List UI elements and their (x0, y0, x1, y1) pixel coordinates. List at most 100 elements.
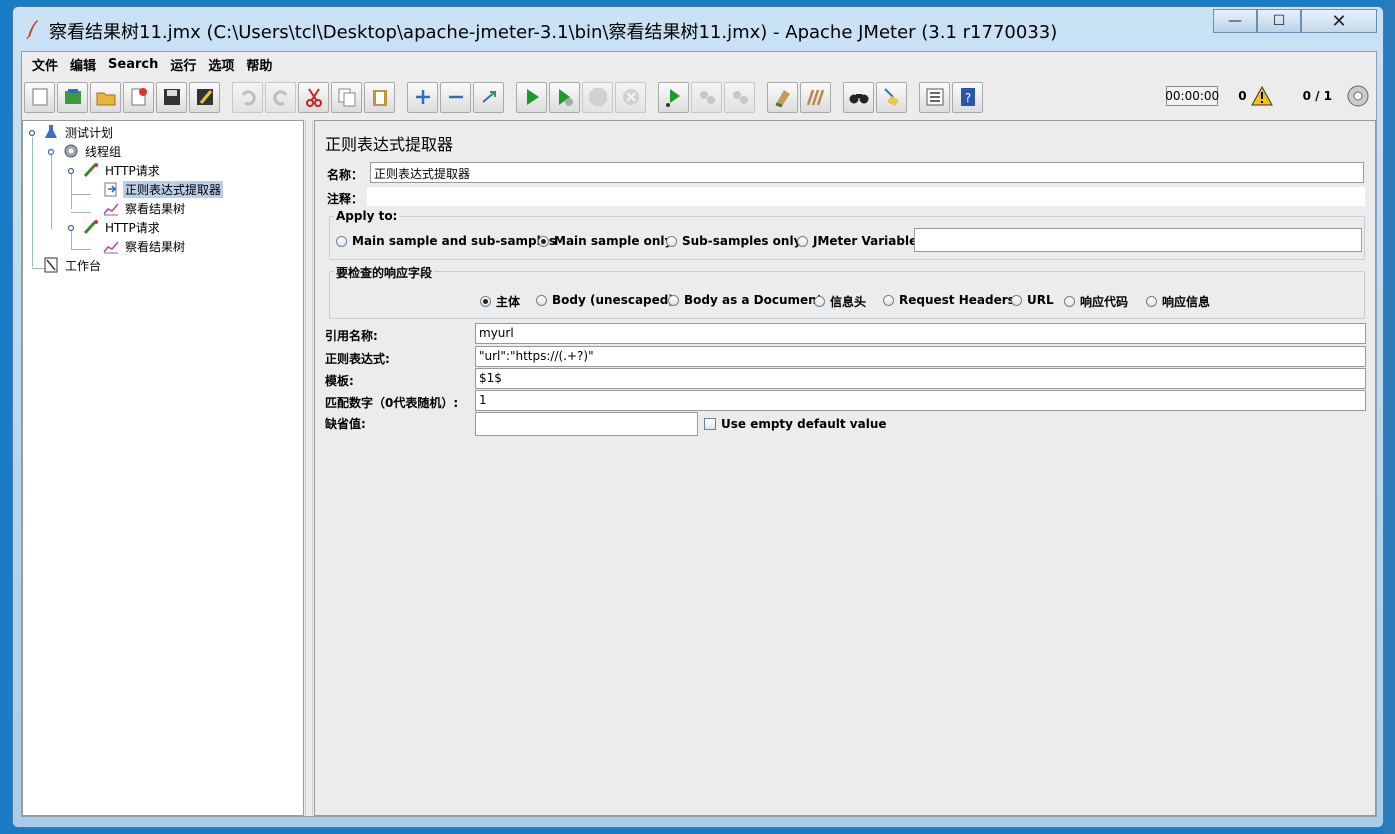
tree-node-http-request[interactable]: HTTP请求 (83, 161, 162, 179)
tree-node-regex-extractor[interactable]: 正则表达式提取器 (103, 180, 224, 198)
tree-node-label: 正则表达式提取器 (123, 180, 224, 198)
paste-button[interactable] (364, 81, 395, 113)
expand-handle-icon[interactable] (67, 167, 75, 175)
radio-dot (1011, 294, 1022, 306)
apply-jmeter-variable-radio[interactable]: JMeter Variable (797, 234, 917, 248)
save-icon (163, 89, 180, 105)
tree-node-http-request[interactable]: HTTP请求 (83, 218, 162, 236)
function-helper-button[interactable] (919, 81, 950, 113)
title-bar[interactable]: 察看结果树11.jmx (C:\Users\tcl\Desktop\apache… (13, 7, 1383, 51)
templates-button[interactable] (57, 81, 88, 113)
comment-field[interactable] (367, 187, 1365, 206)
remote-shutdown-button[interactable] (724, 81, 755, 113)
reset-search-button[interactable] (876, 81, 907, 113)
tree-node-results-tree[interactable]: 察看结果树 (103, 237, 187, 255)
field-request-headers-radio[interactable]: Request Headers (883, 293, 1015, 307)
tree-node-workbench[interactable]: 工作台 (43, 256, 103, 274)
open-button[interactable] (90, 81, 121, 113)
apply-to-title: Apply to: (334, 209, 400, 223)
name-field[interactable]: 正则表达式提取器 (370, 162, 1364, 183)
menu-run[interactable]: 运行 (164, 55, 202, 74)
checkbox-box (704, 418, 716, 430)
menu-search[interactable]: Search (102, 57, 164, 72)
radio-label: JMeter Variable (813, 234, 918, 248)
regex-field[interactable]: "url":"https://(.+?)" (475, 346, 1366, 367)
save-as-button[interactable] (189, 81, 220, 113)
test-plan-tree[interactable]: 测试计划 线程组 HTTP请求 正则表达式提取器 察看结果树 HTTP请求 察看… (22, 120, 304, 816)
field-response-code-radio[interactable]: 响应代码 (1064, 293, 1128, 310)
expand-all-button[interactable] (407, 81, 438, 113)
use-empty-default-checkbox[interactable]: Use empty default value (704, 417, 887, 431)
radio-label: 主体 (496, 295, 521, 309)
close-button[interactable]: ✕ (1301, 9, 1377, 33)
radio-dot (480, 296, 491, 307)
expand-handle-icon[interactable] (28, 129, 36, 137)
redo-button[interactable] (265, 81, 296, 113)
start-no-pauses-button[interactable] (549, 81, 580, 113)
field-body-radio[interactable]: 主体 (480, 293, 520, 310)
minus-icon (448, 95, 463, 99)
radio-label: 响应代码 (1080, 295, 1129, 309)
workbench-icon (44, 257, 58, 273)
tree-node-test-plan[interactable]: 测试计划 (43, 123, 115, 141)
http-sampler-icon (83, 220, 98, 235)
field-body-document-radio[interactable]: Body as a Document (668, 293, 822, 307)
tree-node-thread-group[interactable]: 线程组 (63, 142, 123, 160)
new-file-icon (32, 88, 47, 106)
list-icon (926, 88, 943, 106)
reference-name-field[interactable]: myurl (475, 323, 1366, 344)
maximize-button[interactable]: ☐ (1257, 9, 1301, 33)
expand-handle-icon[interactable] (47, 148, 55, 156)
field-headers-radio[interactable]: 信息头 (814, 293, 866, 310)
match-number-label: 匹配数字（0代表随机）: (325, 396, 459, 410)
open-folder-icon (96, 92, 115, 106)
template-field[interactable]: $1$ (475, 368, 1366, 389)
radio-dot (883, 294, 894, 306)
regex-extractor-panel: 正则表达式提取器 名称： 正则表达式提取器 注释： Apply to: Main… (314, 120, 1376, 816)
clear-all-button[interactable] (800, 81, 831, 113)
apply-sub-only-radio[interactable]: Sub-samples only (666, 234, 801, 248)
reset-search-icon (883, 88, 899, 106)
field-response-message-radio[interactable]: 响应信息 (1146, 293, 1210, 310)
help-button[interactable]: ? (952, 81, 983, 113)
undo-button[interactable] (232, 81, 263, 113)
regex-extractor-icon (104, 182, 117, 197)
remote-engines-icon[interactable] (1346, 84, 1370, 108)
clear-button[interactable] (767, 81, 798, 113)
apply-main-only-radio[interactable]: Main sample only (538, 234, 672, 248)
stop-button[interactable] (582, 81, 613, 113)
remote-stop-button[interactable] (691, 81, 722, 113)
field-body-unescaped-radio[interactable]: Body (unescaped) (536, 293, 674, 307)
new-button[interactable] (24, 81, 55, 113)
cut-button[interactable] (298, 81, 329, 113)
menu-file[interactable]: 文件 (26, 55, 64, 74)
expand-handle-icon[interactable] (67, 224, 75, 232)
tree-node-label: 线程组 (85, 144, 122, 159)
broom-icon (775, 90, 790, 108)
window-title: 察看结果树11.jmx (C:\Users\tcl\Desktop\apache… (49, 22, 1058, 43)
jmeter-variable-input[interactable] (914, 228, 1362, 252)
menu-help[interactable]: 帮助 (240, 55, 278, 74)
save-as-icon (196, 89, 213, 105)
split-pane-divider[interactable] (305, 120, 313, 816)
menu-options[interactable]: 选项 (202, 55, 240, 74)
apply-main-and-sub-radio[interactable]: Main sample and sub-samples (336, 234, 556, 248)
warning-icon[interactable] (1250, 86, 1273, 106)
tree-node-results-tree[interactable]: 察看结果树 (103, 199, 187, 217)
collapse-all-button[interactable] (440, 81, 471, 113)
close-file-button[interactable] (123, 81, 154, 113)
menu-edit[interactable]: 编辑 (64, 55, 102, 74)
toggle-button[interactable] (473, 81, 504, 113)
remote-start-button[interactable] (658, 81, 689, 113)
match-number-field[interactable]: 1 (475, 390, 1366, 411)
start-button[interactable] (516, 81, 547, 113)
search-button[interactable] (843, 81, 874, 113)
shutdown-button[interactable] (615, 81, 646, 113)
minimize-button[interactable]: — (1213, 9, 1257, 33)
save-button[interactable] (156, 81, 187, 113)
comment-label: 注释： (327, 192, 364, 206)
field-url-radio[interactable]: URL (1011, 293, 1054, 307)
binoculars-icon (849, 94, 868, 104)
copy-button[interactable] (331, 81, 362, 113)
default-value-field[interactable] (475, 412, 698, 436)
